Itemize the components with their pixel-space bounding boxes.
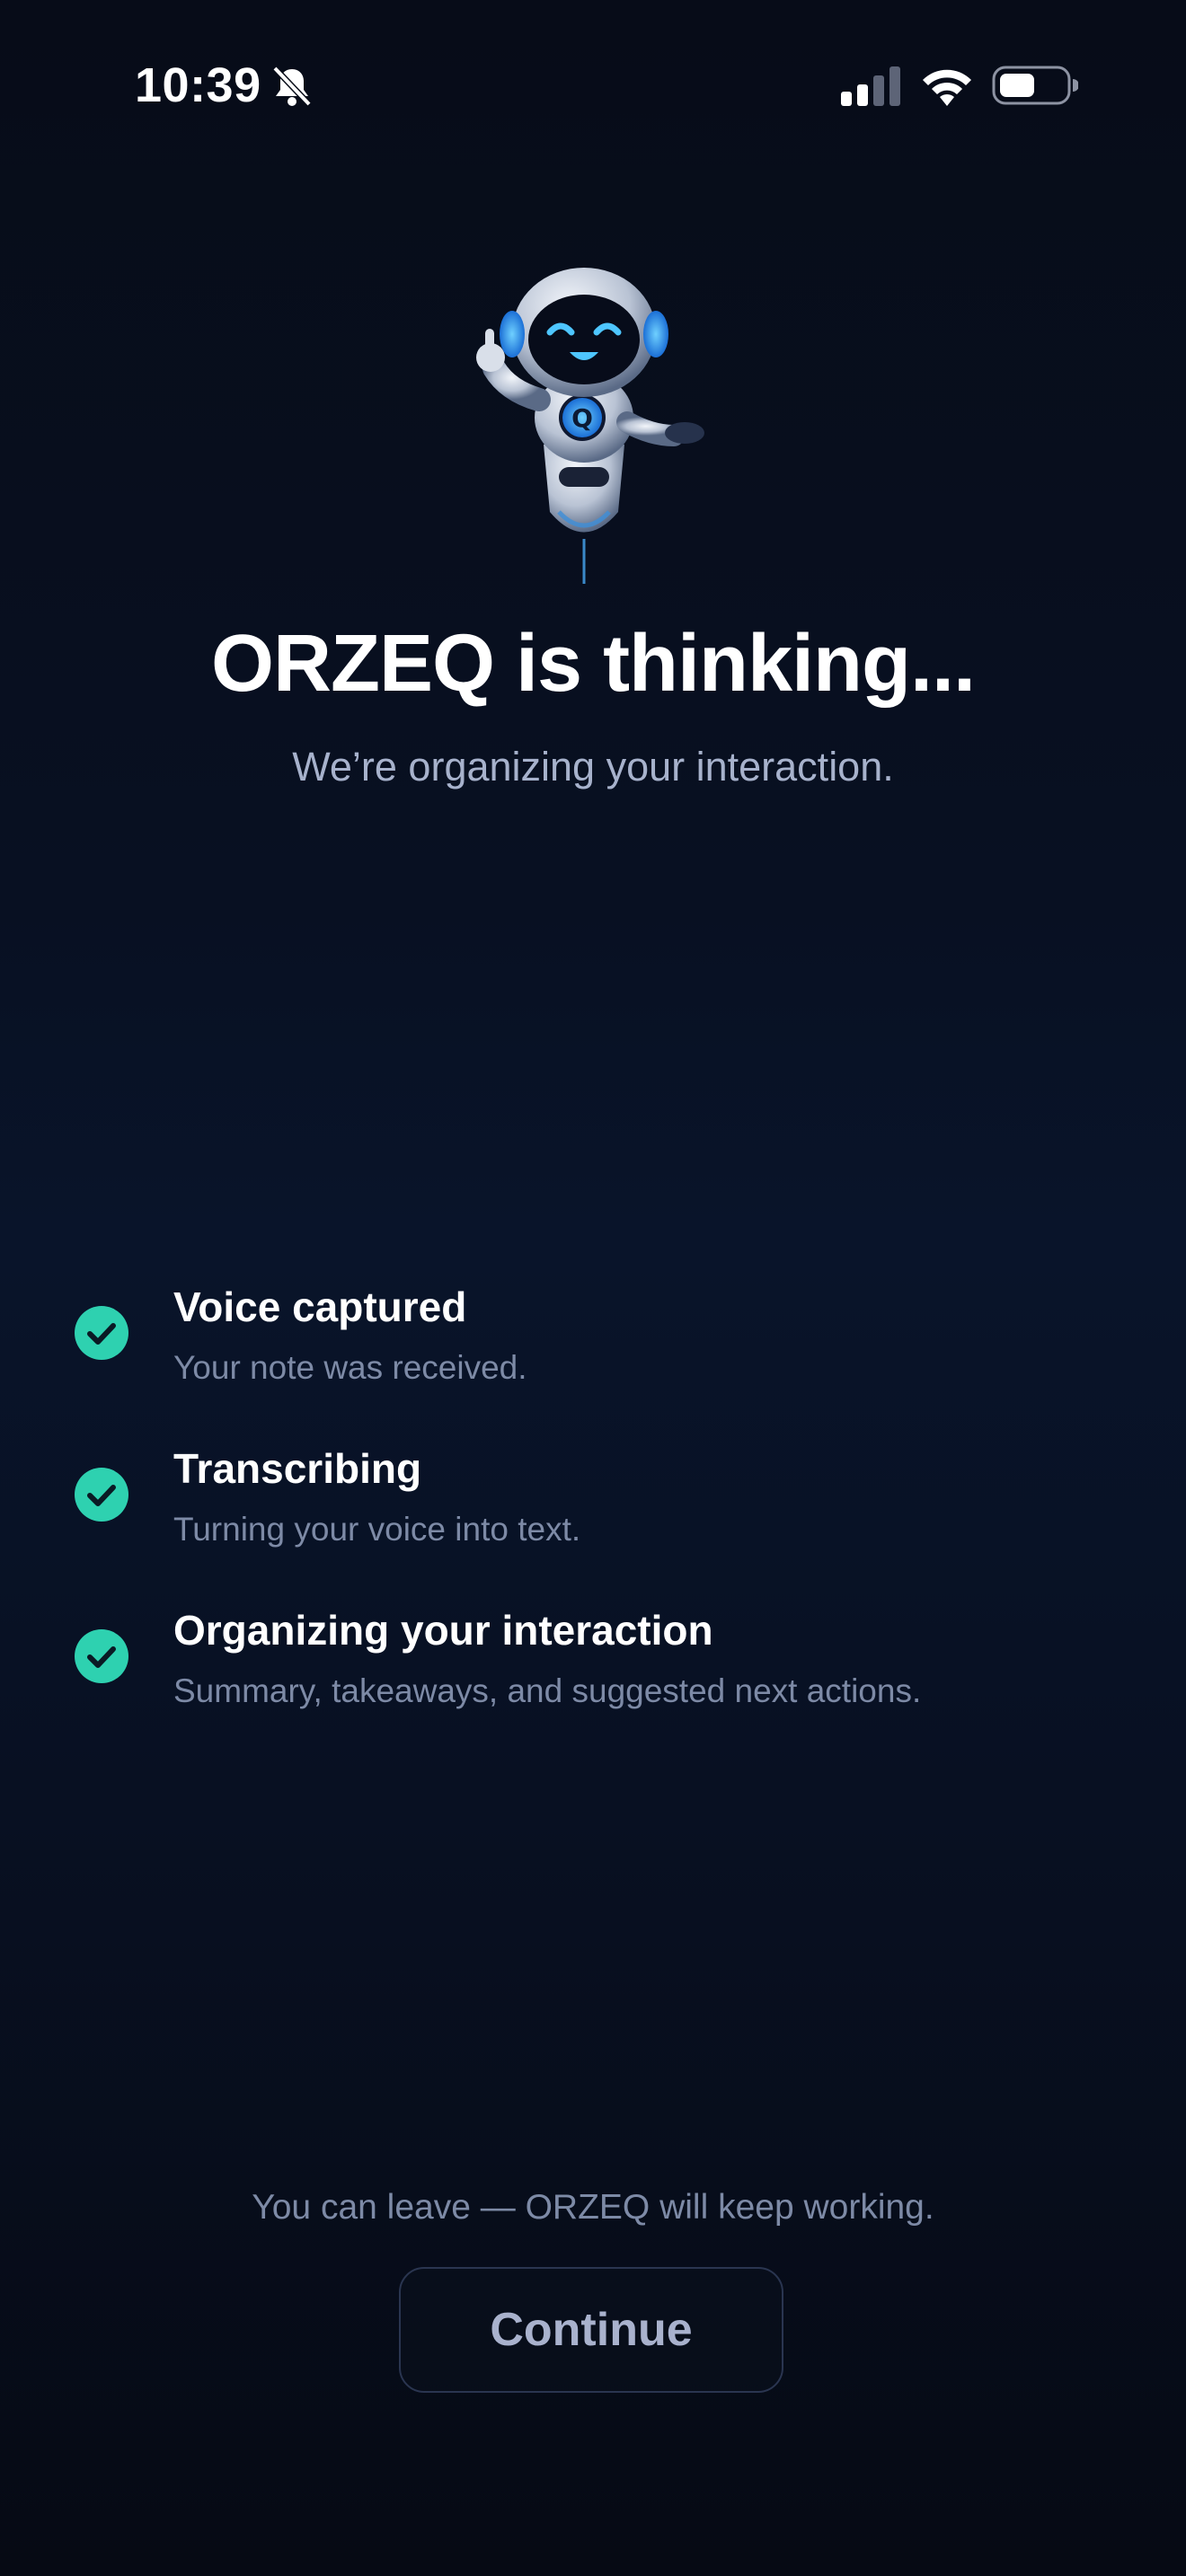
continue-button[interactable]: Continue [399, 2267, 783, 2393]
step-description: Turning your voice into text. [173, 1511, 581, 1548]
step-title: Transcribing [173, 1445, 422, 1492]
check-icon [75, 1629, 128, 1683]
step-title: Voice captured [173, 1284, 467, 1330]
robot-mascot-icon: Q [476, 268, 704, 584]
footer-note: You can leave — ORZEQ will keep working. [252, 2188, 934, 2227]
bell-slash-icon [272, 66, 312, 107]
wifi-icon [923, 69, 971, 106]
check-icon [75, 1468, 128, 1522]
battery-icon [992, 66, 1078, 105]
status-bar: 10:39 [0, 0, 1186, 180]
step-description: Summary, takeaways, and suggested next a… [173, 1672, 922, 1709]
status-time: 10:39 [135, 58, 261, 112]
signal-icon [841, 66, 900, 106]
svg-text:Q: Q [571, 403, 593, 433]
step-voice-captured: Voice captured Your note was received. [0, 1275, 1186, 1419]
step-description: Your note was received. [173, 1349, 527, 1386]
step-title: Organizing your interaction [173, 1607, 713, 1654]
page-subtitle: We’re organizing your interaction. [292, 744, 894, 790]
check-icon [75, 1306, 128, 1360]
step-transcribing: Transcribing Turning your voice into tex… [0, 1437, 1186, 1581]
page-title: ORZEQ is thinking... [210, 619, 976, 709]
step-organizing: Organizing your interaction Summary, tak… [0, 1599, 1186, 1742]
